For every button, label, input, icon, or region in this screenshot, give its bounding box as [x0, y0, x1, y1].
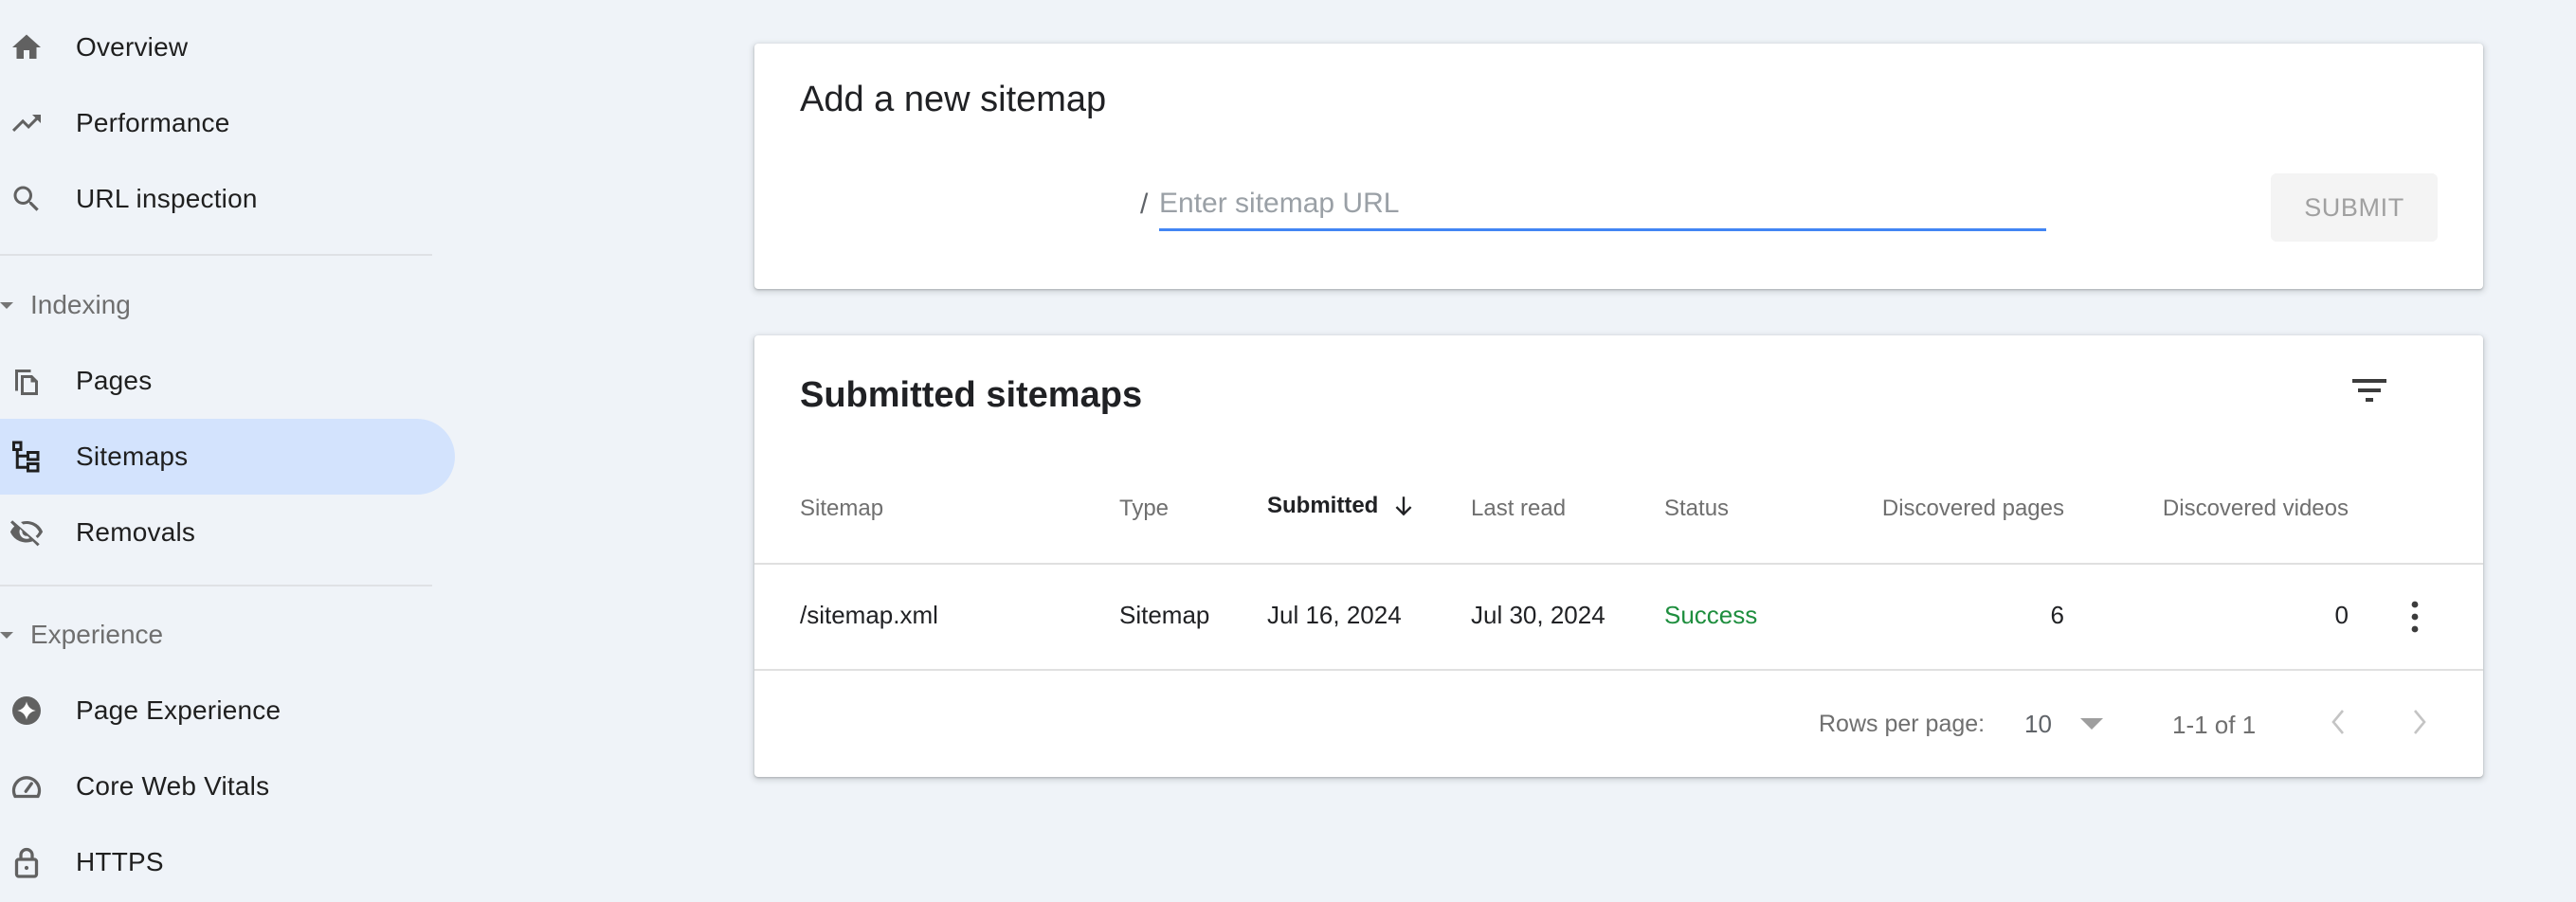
column-header-last-read[interactable]: Last read [1471, 496, 1566, 522]
caret-down-icon [0, 301, 13, 309]
cell-submitted: Jul 16, 2024 [1267, 601, 1402, 629]
sidebar-item-label: Removals [76, 517, 196, 547]
sidebar-divider [0, 585, 432, 586]
column-header-discovered-pages[interactable]: Discovered pages [1882, 496, 2064, 522]
speed-gauge-icon [9, 769, 44, 803]
table-row[interactable]: /sitemap.xml Sitemap Jul 16, 2024 Jul 30… [754, 565, 2483, 669]
chevron-left-icon [2331, 710, 2344, 734]
sidebar-divider [0, 254, 432, 256]
section-label: Indexing [30, 290, 131, 319]
sparkle-circle-icon [9, 694, 44, 728]
dropdown-arrow-icon [2079, 718, 2103, 730]
add-sitemap-card: Add a new sitemap / SUBMIT [754, 44, 2483, 289]
column-header-status[interactable]: Status [1664, 496, 1729, 522]
sidebar-nav: Overview Performance URL inspection Inde… [0, 0, 455, 902]
rows-per-page-select[interactable]: 10 [2024, 703, 2119, 745]
caret-down-icon [0, 631, 13, 639]
sidebar-item-performance[interactable]: Performance [0, 85, 455, 161]
pagination-range: 1-1 of 1 [2172, 711, 2257, 739]
cell-discovered-videos: 0 [2334, 601, 2349, 629]
sidebar-item-label: Page Experience [76, 695, 281, 725]
previous-page-button[interactable] [2314, 695, 2362, 749]
cell-status: Success [1664, 601, 1758, 629]
sidebar-item-label: Overview [76, 32, 189, 62]
pagination: Rows per page: 10 1-1 of 1 [754, 671, 2483, 777]
sidebar-item-url-inspection[interactable]: URL inspection [0, 161, 455, 237]
next-page-button[interactable] [2396, 695, 2443, 749]
url-prefix: / [1140, 189, 1149, 220]
trending-up-icon [9, 106, 44, 140]
sidebar-item-page-experience[interactable]: Page Experience [0, 673, 455, 749]
sidebar-item-label: Core Web Vitals [76, 771, 270, 801]
filter-button[interactable] [2343, 364, 2396, 417]
submitted-sitemaps-card: Submitted sitemaps Sitemap Type Submitte… [754, 335, 2483, 777]
rows-per-page-value: 10 [2024, 709, 2052, 738]
submit-button[interactable]: SUBMIT [2271, 173, 2438, 242]
sidebar-item-https[interactable]: HTTPS [0, 824, 455, 900]
arrow-down-icon [1395, 496, 1412, 516]
column-header-label: Submitted [1267, 493, 1379, 518]
chevron-right-icon [2414, 710, 2426, 734]
sidebar-item-removals[interactable]: Removals [0, 495, 455, 570]
home-icon [9, 30, 44, 64]
sidebar-item-sitemaps[interactable]: Sitemaps [0, 419, 455, 495]
cell-discovered-pages: 6 [2050, 601, 2064, 629]
sitemap-url-input[interactable] [1159, 184, 2046, 231]
column-header-type[interactable]: Type [1119, 496, 1169, 522]
cell-type: Sitemap [1119, 601, 1210, 629]
section-label: Experience [30, 620, 164, 649]
lock-icon [9, 845, 44, 879]
sidebar-item-overview[interactable]: Overview [0, 9, 455, 85]
sidebar-item-label: Sitemaps [76, 442, 189, 471]
column-header-sitemap[interactable]: Sitemap [800, 496, 883, 522]
search-console-sitemaps-page: Overview Performance URL inspection Inde… [0, 0, 2576, 902]
search-icon [9, 182, 44, 216]
visibility-off-icon [9, 515, 44, 550]
sidebar-item-label: Pages [76, 366, 153, 395]
sidebar-item-label: Performance [76, 108, 230, 137]
pages-copy-icon [9, 364, 44, 398]
sidebar-item-label: URL inspection [76, 184, 258, 213]
submitted-sitemaps-title: Submitted sitemaps [800, 375, 1143, 415]
sidebar-item-label: HTTPS [76, 847, 164, 876]
cell-last-read: Jul 30, 2024 [1471, 601, 1605, 629]
column-header-discovered-videos[interactable]: Discovered videos [2163, 496, 2349, 522]
sidebar-item-pages[interactable]: Pages [0, 343, 455, 419]
more-vert-icon [2411, 601, 2419, 633]
column-header-submitted[interactable]: Submitted [1267, 493, 1416, 519]
filter-list-icon [2352, 379, 2386, 402]
cell-sitemap: /sitemap.xml [800, 601, 938, 629]
sitemap-tree-icon [9, 440, 44, 474]
rows-per-page-label: Rows per page: [1819, 711, 1986, 737]
row-more-button[interactable] [2392, 593, 2438, 640]
sidebar-item-core-web-vitals[interactable]: Core Web Vitals [0, 749, 455, 824]
add-sitemap-title: Add a new sitemap [800, 80, 1107, 119]
